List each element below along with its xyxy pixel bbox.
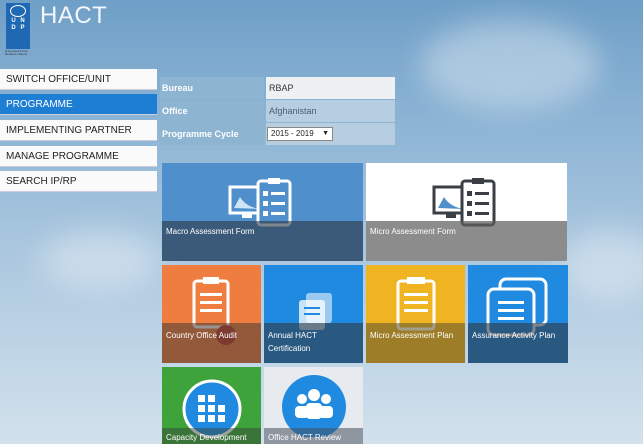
tile-caption xyxy=(162,323,261,363)
tile-label: Macro Assessment Form xyxy=(166,227,255,236)
cycle-select-value: 2015 - 2019 xyxy=(271,129,314,138)
tile-capacity-development[interactable]: Capacity Development xyxy=(162,367,261,444)
tile-macro-assessment-form[interactable]: Macro Assessment Form xyxy=(162,163,363,261)
nav-item-programme[interactable]: PROGRAMME xyxy=(0,94,157,115)
office-label: Office xyxy=(160,100,264,122)
logo-subtitle: Empowered lives. Resilient nations. xyxy=(5,49,29,56)
tile-label: Assurance Activity Plan xyxy=(472,331,556,340)
tile-label-line2: Certification xyxy=(268,344,311,353)
tile-country-office-audit[interactable]: Country Office Audit xyxy=(162,265,261,363)
tile-annual-hact-certification[interactable]: Annual HACT Certification xyxy=(264,265,363,363)
bureau-value: RBAP xyxy=(266,77,395,99)
background-cloud xyxy=(560,230,643,300)
nav-item-implementing-partner[interactable]: IMPLEMENTING PARTNER xyxy=(0,120,157,141)
cycle-label: Programme Cycle xyxy=(160,123,264,145)
office-row: Office Afghanistan xyxy=(160,100,395,122)
tile-label-line1: Annual HACT xyxy=(268,331,317,340)
office-value: Afghanistan xyxy=(266,100,395,122)
background-cloud xyxy=(40,230,160,290)
tile-caption xyxy=(366,323,465,363)
tile-caption xyxy=(468,323,568,363)
tile-micro-assessment-plan[interactable]: Micro Assessment Plan xyxy=(366,265,465,363)
nav-item-search-ip-rp[interactable]: SEARCH IP/RP xyxy=(0,171,157,192)
globe-icon xyxy=(10,5,26,17)
tile-label: Micro Assessment Form xyxy=(370,227,456,236)
chevron-down-icon: ▼ xyxy=(322,130,329,137)
tile-label: Capacity Development xyxy=(166,433,247,442)
app-header: UNDP Empowered lives. Resilient nations.… xyxy=(0,0,643,60)
bureau-row: Bureau RBAP xyxy=(160,77,395,99)
cycle-row: Programme Cycle 2015 - 2019 ▼ xyxy=(160,123,395,145)
tile-label: Office HACT Review xyxy=(268,433,342,442)
logo-letters: UNDP xyxy=(11,18,25,31)
undp-logo[interactable]: UNDP xyxy=(6,3,30,49)
tile-office-hact-review[interactable]: Office HACT Review xyxy=(264,367,363,444)
programme-info-table: Bureau RBAP Office Afghanistan Programme… xyxy=(160,77,395,146)
tile-micro-assessment-form[interactable]: Micro Assessment Form xyxy=(366,163,567,261)
nav-item-manage-programme[interactable]: MANAGE PROGRAMME xyxy=(0,146,157,167)
tile-label: Micro Assessment Plan xyxy=(370,331,454,340)
programme-cycle-select[interactable]: 2015 - 2019 ▼ xyxy=(267,127,333,141)
nav-item-switch-office[interactable]: SWITCH OFFICE/UNIT xyxy=(0,69,157,90)
app-title: HACT xyxy=(40,2,108,29)
tile-label: Country Office Audit xyxy=(166,331,237,340)
bureau-label: Bureau xyxy=(160,77,264,99)
tile-assurance-activity-plan[interactable]: Assurance Activity Plan xyxy=(468,265,568,363)
